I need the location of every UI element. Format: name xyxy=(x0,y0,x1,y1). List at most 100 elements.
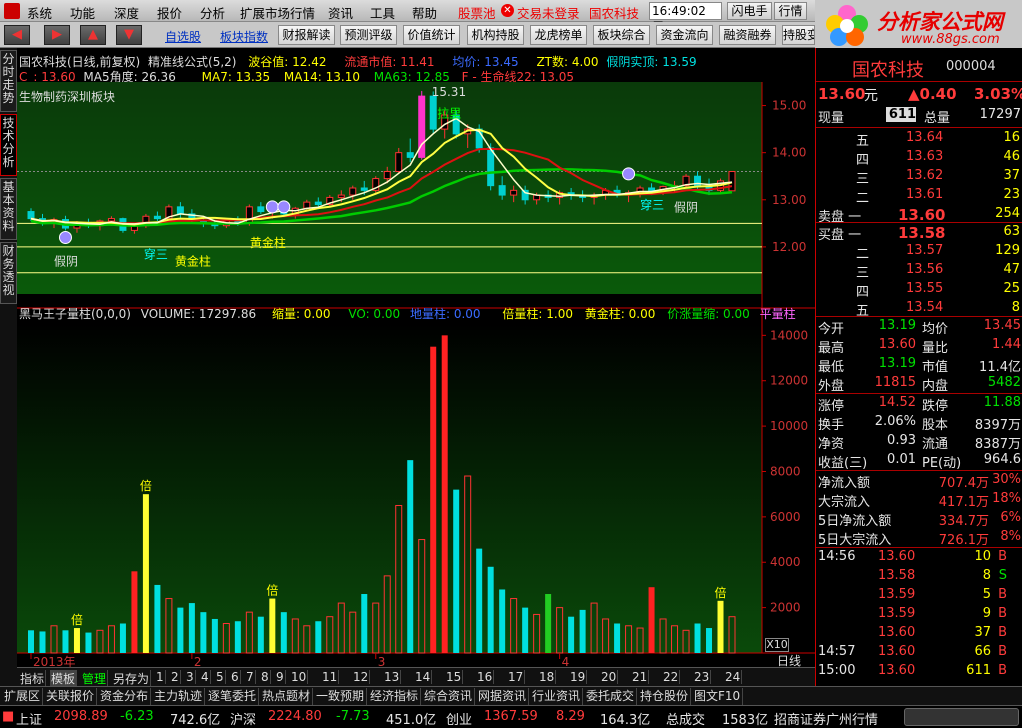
chart-tab[interactable]: 24 xyxy=(724,670,743,684)
bottom-tab[interactable]: 扩展区 xyxy=(2,688,44,705)
chart-tab[interactable]: 17 xyxy=(507,670,526,684)
tab-basic-info[interactable]: 基本资料 xyxy=(0,178,17,240)
bottom-tab[interactable]: 资金分布 xyxy=(98,688,152,705)
chart-tab[interactable]: 5 xyxy=(215,670,226,684)
btn-holdings[interactable]: 持股变 xyxy=(782,25,815,45)
bid-row[interactable]: 四 13.55 25 xyxy=(816,281,1022,300)
bid-row[interactable]: 买盘 一 13.58 63 xyxy=(816,224,1022,243)
chart-tab[interactable]: 23 xyxy=(693,670,712,684)
tick-volume: 66 xyxy=(974,644,991,659)
tab-financial[interactable]: 财务透视 xyxy=(0,242,17,304)
chart-tab[interactable]: 7 xyxy=(245,670,256,684)
chart-tab[interactable]: 2 xyxy=(170,670,181,684)
menu-extended-market[interactable]: 扩展市场行情 xyxy=(240,3,315,22)
price-volume-chart[interactable]: 15.0014.0013.0012.0014000120001000080006… xyxy=(17,48,815,688)
nav-down-icon[interactable]: ▼ xyxy=(116,25,142,45)
quote-button[interactable]: 行情 xyxy=(774,2,807,20)
quote-panel: 国农科技 000004 13.60 元 ▲0.40 3.03% 现量 611 总… xyxy=(815,48,1022,704)
stat-value: 13.60 xyxy=(878,337,916,352)
chart-tab[interactable]: 21 xyxy=(631,670,650,684)
tick-row: 13.60 37 B xyxy=(816,625,1022,644)
menu-analysis[interactable]: 分析 xyxy=(200,3,225,22)
tick-side: B xyxy=(998,606,1007,621)
bottom-tab[interactable]: 综合资讯 xyxy=(422,688,476,705)
stock-pool-close-icon[interactable]: ✕ xyxy=(501,4,514,17)
menu-news[interactable]: 资讯 xyxy=(328,3,353,22)
ask-row[interactable]: 三 13.62 37 xyxy=(816,168,1022,187)
bottom-tab[interactable]: 委托成交 xyxy=(584,688,638,705)
chart-tab[interactable]: 16 xyxy=(476,670,495,684)
link-sector-index[interactable]: 板块指数 xyxy=(220,28,268,45)
btn-forecast[interactable]: 预测评级 xyxy=(340,25,397,45)
chart-tab[interactable]: 15 xyxy=(445,670,464,684)
chart-tab[interactable]: 模板 xyxy=(50,670,78,687)
ask-label: 二 xyxy=(856,191,870,206)
menu-help[interactable]: 帮助 xyxy=(412,3,437,22)
chart-tab[interactable]: 19 xyxy=(569,670,588,684)
chart-tab[interactable]: 管理 xyxy=(81,670,109,687)
btn-fund-flow[interactable]: 资金流向 xyxy=(656,25,713,45)
chart-tab[interactable]: 12 xyxy=(352,670,371,684)
flow-pct: 30% xyxy=(992,472,1021,487)
chart-tab[interactable]: 3 xyxy=(185,670,196,684)
bottom-tab[interactable]: 热点题材 xyxy=(260,688,314,705)
chart-tab[interactable]: 9 xyxy=(275,670,286,684)
menu-tools[interactable]: 工具 xyxy=(370,3,395,22)
tab-technical[interactable]: 技术分析 xyxy=(0,114,17,176)
bid-row[interactable]: 二 13.57 129 xyxy=(816,243,1022,262)
stock-pool-button[interactable]: 股票池 xyxy=(458,3,496,22)
link-watchlist[interactable]: 自选股 xyxy=(165,28,201,45)
btn-financial-report[interactable]: 财报解读 xyxy=(278,25,335,45)
chart-tab[interactable]: 8 xyxy=(260,670,271,684)
chart-tab[interactable]: 4 xyxy=(200,670,211,684)
current-stock-label[interactable]: 国农科技 xyxy=(589,3,639,22)
nav-left-icon[interactable]: ◀ xyxy=(4,25,30,45)
btn-dragon-tiger[interactable]: 龙虎榜单 xyxy=(530,25,587,45)
bottom-tab[interactable]: 逐笔委托 xyxy=(206,688,260,705)
bottom-tab[interactable]: 图文F10 xyxy=(692,688,744,705)
bottom-tab[interactable]: 一致预期 xyxy=(314,688,368,705)
chart-tab[interactable]: 13 xyxy=(383,670,402,684)
btn-value-stats[interactable]: 价值统计 xyxy=(403,25,460,45)
btn-institution[interactable]: 机构持股 xyxy=(467,25,524,45)
chart-tab[interactable]: 14 xyxy=(414,670,433,684)
sh-label: 上证 xyxy=(16,713,43,728)
chart-tab[interactable]: 22 xyxy=(662,670,681,684)
menu-function[interactable]: 功能 xyxy=(70,3,95,22)
chart-area[interactable]: 国农科技(日线,前复权) 精准线公式(5,2) 波谷值: 12.42 流通市值:… xyxy=(17,48,815,688)
bottom-tab[interactable]: 网据资讯 xyxy=(476,688,530,705)
status-gauge-icon xyxy=(904,708,1019,726)
chart-tab[interactable]: 11 xyxy=(321,670,340,684)
nav-right-icon[interactable]: ▶ xyxy=(44,25,70,45)
menu-system[interactable]: 系统 xyxy=(27,3,52,22)
ask-row[interactable]: 五 13.64 16 xyxy=(816,130,1022,149)
btn-sector-summary[interactable]: 板块综合 xyxy=(593,25,650,45)
menu-depth[interactable]: 深度 xyxy=(114,3,139,22)
chart-tab[interactable]: 18 xyxy=(538,670,557,684)
quote-volume-row: 现量 611 总量 17297 xyxy=(816,107,1022,126)
menu-quote[interactable]: 报价 xyxy=(157,3,182,22)
trade-status[interactable]: 交易未登录 xyxy=(517,3,580,22)
chart-tab[interactable]: 6 xyxy=(230,670,241,684)
volume-bar xyxy=(119,623,126,653)
bottom-tab[interactable]: 行业资讯 xyxy=(530,688,584,705)
btn-margin[interactable]: 融资融券 xyxy=(719,25,776,45)
chart-tab[interactable]: 另存为 xyxy=(112,670,152,687)
ask-row[interactable]: 四 13.63 46 xyxy=(816,149,1022,168)
candle-body xyxy=(176,206,184,215)
tab-intraday[interactable]: 分时走势 xyxy=(0,50,17,112)
chart-tab[interactable]: 10 xyxy=(290,670,309,684)
bottom-tab[interactable]: 主力轨迹 xyxy=(152,688,206,705)
ask-row[interactable]: 二 13.61 23 xyxy=(816,187,1022,206)
chart-tab[interactable]: 1 xyxy=(155,670,166,684)
bid-row[interactable]: 三 13.56 47 xyxy=(816,262,1022,281)
bottom-tab[interactable]: 持仓股份 xyxy=(638,688,692,705)
tick-volume: 8 xyxy=(982,568,991,583)
chart-tab[interactable]: 指标 xyxy=(19,670,47,687)
bottom-tab[interactable]: 关联报价 xyxy=(44,688,98,705)
bottom-tab[interactable]: 经济指标 xyxy=(368,688,422,705)
nav-up-icon[interactable]: ▲ xyxy=(80,25,106,45)
bid-price: 13.57 xyxy=(906,243,944,258)
flash-trade-button[interactable]: 闪电手 xyxy=(727,2,772,20)
chart-tab[interactable]: 20 xyxy=(600,670,619,684)
